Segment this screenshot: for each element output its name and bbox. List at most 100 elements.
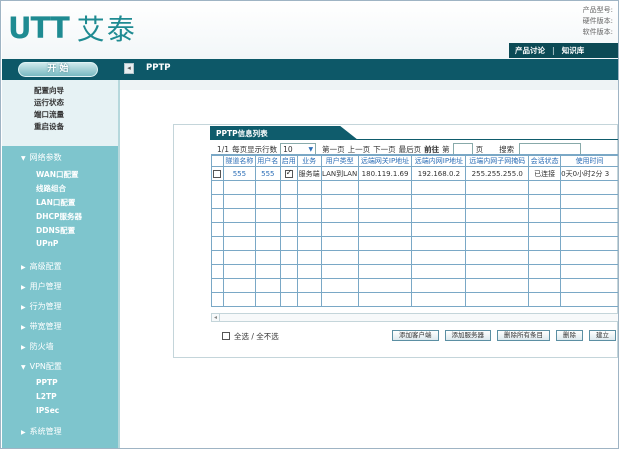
empty-cell <box>560 236 618 251</box>
cell-user-type: LAN到LAN <box>320 166 359 181</box>
sidebar-item-l2tp[interactable]: L2TP <box>36 392 57 401</box>
prev-page-link[interactable]: 上一页 <box>348 144 371 155</box>
empty-cell <box>211 222 224 237</box>
empty-cell <box>528 278 562 293</box>
empty-cell <box>465 264 530 279</box>
nav-product-discussion[interactable]: 产品讨论 <box>515 45 545 56</box>
sidebar-item-lan[interactable]: LAN口配置 <box>36 197 75 208</box>
cell-service: 服务端 <box>296 166 322 181</box>
main-content: PPTP信息列表 1/1 每页显示行数 10 ▼ 第一页 上一页 下一页 最后页 … <box>120 80 618 448</box>
empty-cell <box>465 180 530 195</box>
empty-cell <box>211 208 224 223</box>
header-tunnel-name[interactable]: 隧道名称 <box>222 155 256 167</box>
sidebar-top-menu: 配置向导 运行状态 端口流量 重启设备 <box>2 80 118 146</box>
model-label: 产品型号: <box>582 6 613 14</box>
goto-page-link[interactable]: 前往 <box>424 144 439 155</box>
sidebar-item-dhcp[interactable]: DHCP服务器 <box>36 211 82 222</box>
header-enabled[interactable]: 启用 <box>279 155 298 167</box>
empty-cell <box>296 208 322 223</box>
empty-cell <box>560 278 618 293</box>
scroll-left-icon[interactable]: ◂ <box>212 314 220 321</box>
collapse-sidebar-icon[interactable]: ◂ <box>124 63 134 74</box>
tab-pptp-list[interactable]: PPTP信息列表 <box>210 126 358 140</box>
header-session-status[interactable]: 会话状态 <box>528 155 562 167</box>
sidebar-item-line-group[interactable]: 线路组合 <box>36 183 66 194</box>
header-netmask[interactable]: 远端内网子网掩码 <box>465 155 530 167</box>
table-row-empty <box>211 236 618 251</box>
select-all-toggle[interactable]: 全选 / 全不选 <box>222 331 279 342</box>
sidebar-item-upnp[interactable]: UPnP <box>36 239 58 248</box>
add-client-button[interactable]: 添加客户端 <box>392 330 439 341</box>
empty-cell <box>222 194 256 209</box>
collapsed-arrow-icon: ▶ <box>21 304 26 311</box>
sidebar-item-ipsec[interactable]: IPSec <box>36 406 59 415</box>
first-page-link[interactable]: 第一页 <box>322 144 345 155</box>
empty-cell <box>222 278 256 293</box>
sidebar-item-ddns[interactable]: DDNS配置 <box>36 225 75 236</box>
empty-cell <box>222 208 256 223</box>
empty-cell <box>465 236 530 251</box>
page-prefix: 第 <box>442 144 450 154</box>
sidebar-group-label: 行为管理 <box>29 302 62 311</box>
empty-cell <box>411 292 467 307</box>
page-suffix: 页 <box>475 144 484 154</box>
empty-cell <box>560 264 618 279</box>
sidebar-group-advanced[interactable]: ▶ 高级配置 <box>21 261 62 272</box>
pptp-table-grid: 隧道名称 用户名 启用 业务 用户类型 远端网关IP地址 远端内网IP地址 远端… <box>211 155 618 307</box>
delete-button[interactable]: 删除 <box>556 330 583 341</box>
start-button[interactable]: 开 始 <box>18 62 98 77</box>
row-checkbox[interactable] <box>213 169 222 178</box>
sidebar-group-label: 高级配置 <box>29 262 62 271</box>
row-select-cell[interactable] <box>211 166 224 181</box>
empty-cell <box>279 278 298 293</box>
sidebar-item-run-status[interactable]: 运行状态 <box>34 97 118 109</box>
sidebar-group-behavior[interactable]: ▶ 行为管理 <box>21 301 62 312</box>
sidebar-group-vpn[interactable]: ▼ VPN配置 <box>21 361 62 372</box>
empty-cell <box>254 208 281 223</box>
header-use-time[interactable]: 使用时间 <box>560 155 618 167</box>
connect-button[interactable]: 建立 <box>589 330 616 341</box>
table-row-empty <box>211 180 618 195</box>
sidebar-group-label: 网络参数 <box>29 153 62 162</box>
sidebar-group-system[interactable]: ▶ 系统管理 <box>21 426 62 437</box>
sidebar-item-wan[interactable]: WAN口配置 <box>36 169 79 180</box>
header-user-type[interactable]: 用户类型 <box>320 155 359 167</box>
table-row[interactable]: 555 555 服务端 LAN到LAN 180.119.1.69 192.168… <box>211 166 618 181</box>
select-all-checkbox[interactable] <box>222 332 230 340</box>
sidebar-item-reboot[interactable]: 重启设备 <box>34 121 118 133</box>
delete-all-button[interactable]: 删除所有条目 <box>497 330 550 341</box>
nav-knowledge-base[interactable]: 知识库 <box>562 45 585 56</box>
cell-username: 555 <box>254 166 281 181</box>
sidebar-item-pptp[interactable]: PPTP <box>36 378 58 387</box>
empty-cell <box>211 292 224 307</box>
empty-cell <box>279 264 298 279</box>
table-horizontal-scrollbar[interactable]: ◂ <box>211 313 618 322</box>
sidebar-item-port-traffic[interactable]: 端口流量 <box>34 109 118 121</box>
empty-cell <box>222 250 256 265</box>
header-username[interactable]: 用户名 <box>254 155 281 167</box>
page-info: 1/1 <box>217 144 230 154</box>
enabled-checkbox[interactable] <box>284 168 293 178</box>
empty-cell <box>357 194 413 209</box>
sidebar-group-bandwidth[interactable]: ▶ 带宽管理 <box>21 321 62 332</box>
add-server-button[interactable]: 添加服务器 <box>444 330 491 341</box>
next-page-link[interactable]: 下一页 <box>373 144 396 155</box>
empty-cell <box>279 250 298 265</box>
empty-cell <box>411 278 467 293</box>
empty-cell <box>211 194 224 209</box>
logo-mark: UTT <box>8 11 70 45</box>
header-gateway-ip[interactable]: 远端网关IP地址 <box>357 155 413 167</box>
header-service[interactable]: 业务 <box>296 155 322 167</box>
content-top-strip <box>120 80 618 90</box>
sidebar-item-setup-wizard[interactable]: 配置向导 <box>34 85 118 97</box>
last-page-link[interactable]: 最后页 <box>399 144 422 155</box>
empty-cell <box>560 180 618 195</box>
sidebar-group-firewall[interactable]: ▶ 防火墙 <box>21 341 54 352</box>
empty-cell <box>560 222 618 237</box>
empty-cell <box>528 236 562 251</box>
sidebar-group-users[interactable]: ▶ 用户管理 <box>21 281 62 292</box>
empty-cell <box>320 194 359 209</box>
cell-enabled[interactable] <box>279 166 298 181</box>
sidebar-group-network[interactable]: ▼ 网络参数 <box>21 152 62 163</box>
header-remote-ip[interactable]: 远端内网IP地址 <box>411 155 467 167</box>
